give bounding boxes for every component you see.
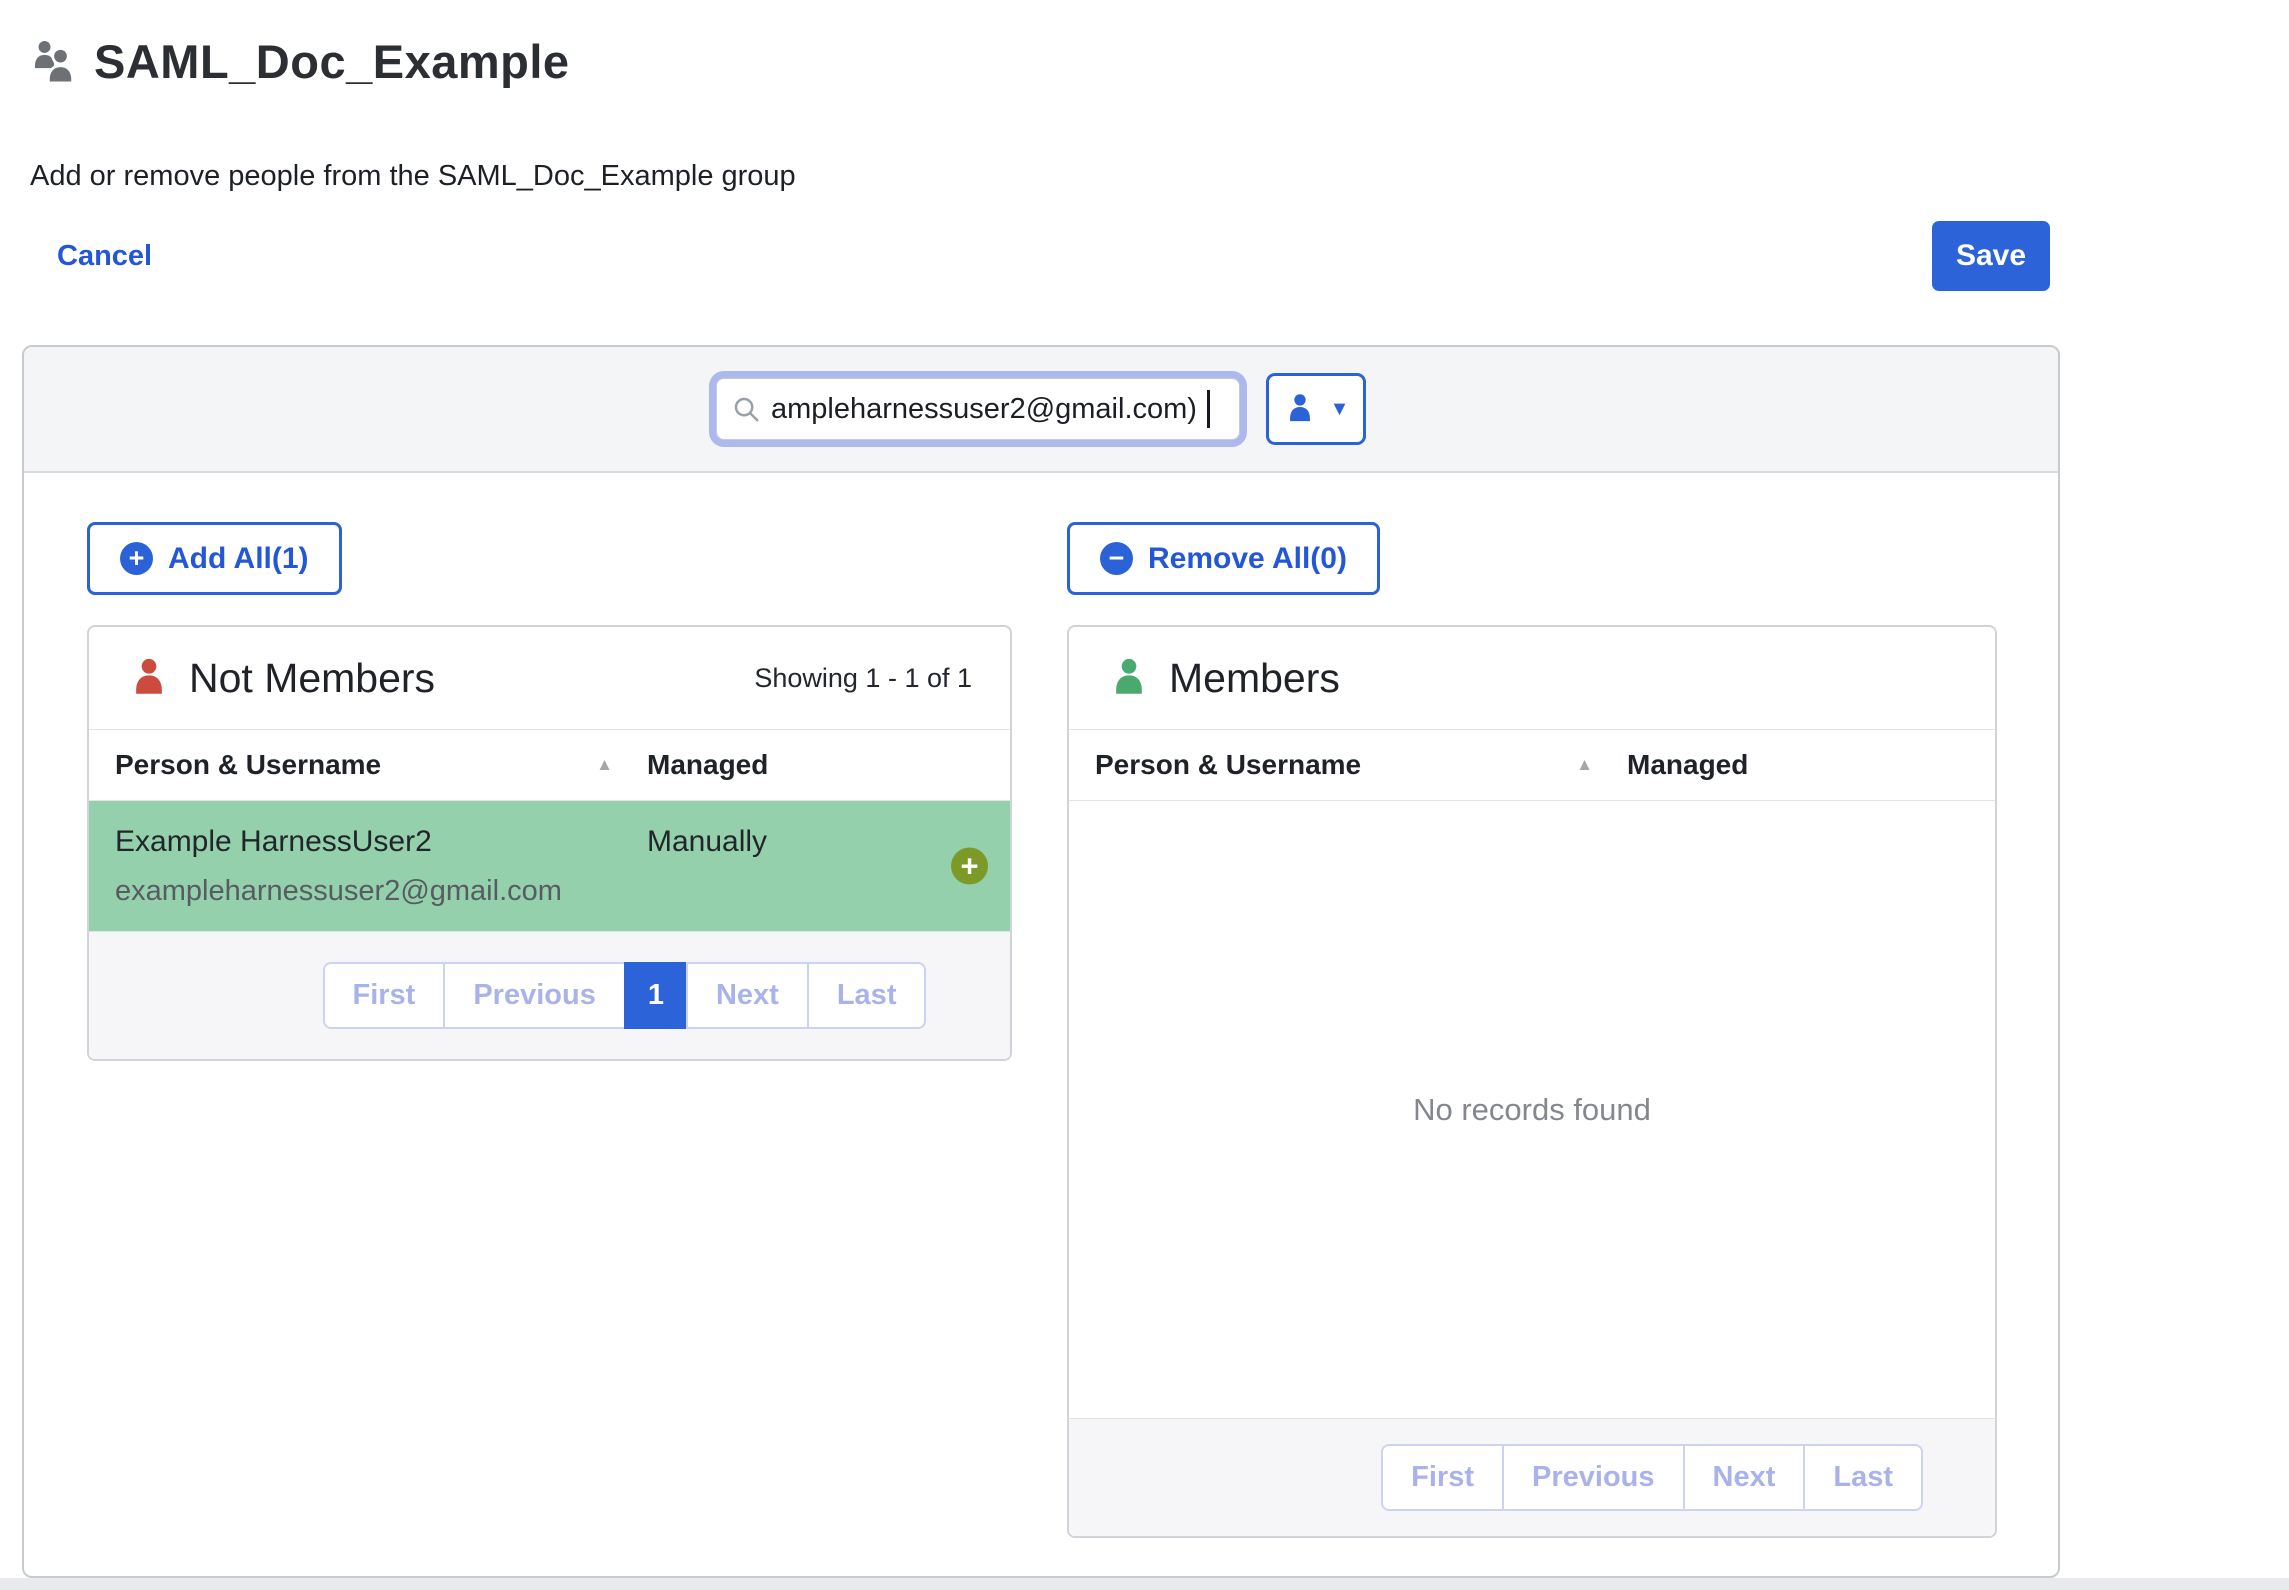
sort-asc-icon: ▲ <box>1576 755 1593 775</box>
person-icon-green <box>1107 656 1151 700</box>
add-person-button[interactable]: + <box>951 848 988 885</box>
members-column-headers: Person & Username ▲ Managed <box>1069 729 1995 801</box>
not-members-column-headers: Person & Username ▲ Managed <box>89 729 1010 801</box>
pagination-last-button[interactable]: Last <box>1803 1444 1923 1511</box>
pagination-first-button[interactable]: First <box>1381 1444 1504 1511</box>
search-icon <box>731 394 761 424</box>
group-membership-board: ampleharnessuser2@gmail.com) ▼ + Add All… <box>22 345 2060 1578</box>
page-title: SAML_Doc_Example <box>94 34 570 89</box>
column-managed: Managed <box>647 749 768 781</box>
group-icon <box>28 37 78 87</box>
save-button[interactable]: Save <box>1932 221 2050 291</box>
add-all-button[interactable]: + Add All(1) <box>87 522 342 595</box>
pagination-next-button[interactable]: Next <box>1683 1444 1806 1511</box>
row-person-name: Example HarnessUser2 <box>115 825 647 859</box>
search-bar: ampleharnessuser2@gmail.com) ▼ <box>24 347 2058 473</box>
row-person-username: exampleharnessuser2@gmail.com <box>115 875 647 908</box>
members-empty-body: No records found <box>1069 801 1995 1418</box>
plus-circle-icon: + <box>120 542 153 575</box>
members-pagination: First Previous Next Last <box>1381 1444 1923 1511</box>
minus-circle-icon: − <box>1100 542 1133 575</box>
column-person-label: Person & Username <box>1095 749 1361 781</box>
remove-all-label: Remove All(0) <box>1148 542 1347 576</box>
search-input-value: ampleharnessuser2@gmail.com) <box>771 393 1197 426</box>
remove-all-button[interactable]: − Remove All(0) <box>1067 522 1380 595</box>
column-person-label: Person & Username <box>115 749 381 781</box>
pagination-last-button[interactable]: Last <box>807 962 927 1029</box>
members-header: Members <box>1069 627 1995 729</box>
sort-asc-icon: ▲ <box>596 755 613 775</box>
column-person-username[interactable]: Person & Username ▲ <box>115 749 647 781</box>
person-icon-red <box>127 656 171 700</box>
page-subtitle: Add or remove people from the SAML_Doc_E… <box>30 160 796 193</box>
not-members-panel: Not Members Showing 1 - 1 of 1 Person & … <box>87 625 1012 1061</box>
cancel-link[interactable]: Cancel <box>57 240 152 273</box>
table-row[interactable]: Example HarnessUser2 exampleharnessuser2… <box>89 801 1010 931</box>
pagination-previous-button[interactable]: Previous <box>1502 1444 1685 1511</box>
search-input[interactable]: ampleharnessuser2@gmail.com) <box>716 378 1240 440</box>
not-members-header: Not Members Showing 1 - 1 of 1 <box>89 627 1010 729</box>
not-members-footer: First Previous 1 Next Last <box>89 931 1010 1059</box>
row-managed-value: Manually <box>647 825 767 931</box>
pagination-first-button[interactable]: First <box>323 962 446 1029</box>
column-managed: Managed <box>1627 749 1748 781</box>
members-title: Members <box>1169 655 1340 702</box>
pagination-previous-button[interactable]: Previous <box>443 962 626 1029</box>
not-members-pagination: First Previous 1 Next Last <box>323 962 927 1029</box>
members-footer: First Previous Next Last <box>1069 1418 1995 1536</box>
chevron-down-icon: ▼ <box>1330 398 1350 421</box>
empty-state-text: No records found <box>1413 1092 1651 1128</box>
add-all-label: Add All(1) <box>168 542 309 576</box>
not-members-showing-count: Showing 1 - 1 of 1 <box>754 663 972 694</box>
text-cursor <box>1207 390 1210 428</box>
person-icon <box>1283 392 1317 426</box>
pagination-next-button[interactable]: Next <box>686 962 809 1029</box>
members-panel: Members Person & Username ▲ Managed No r… <box>1067 625 1997 1538</box>
column-person-username[interactable]: Person & Username ▲ <box>1095 749 1627 781</box>
people-filter-dropdown[interactable]: ▼ <box>1266 373 1366 445</box>
not-members-title: Not Members <box>189 655 435 702</box>
page-header: SAML_Doc_Example <box>28 34 570 89</box>
pagination-page-1-button[interactable]: 1 <box>624 962 688 1029</box>
page-bottom-strip <box>0 1578 2289 1590</box>
